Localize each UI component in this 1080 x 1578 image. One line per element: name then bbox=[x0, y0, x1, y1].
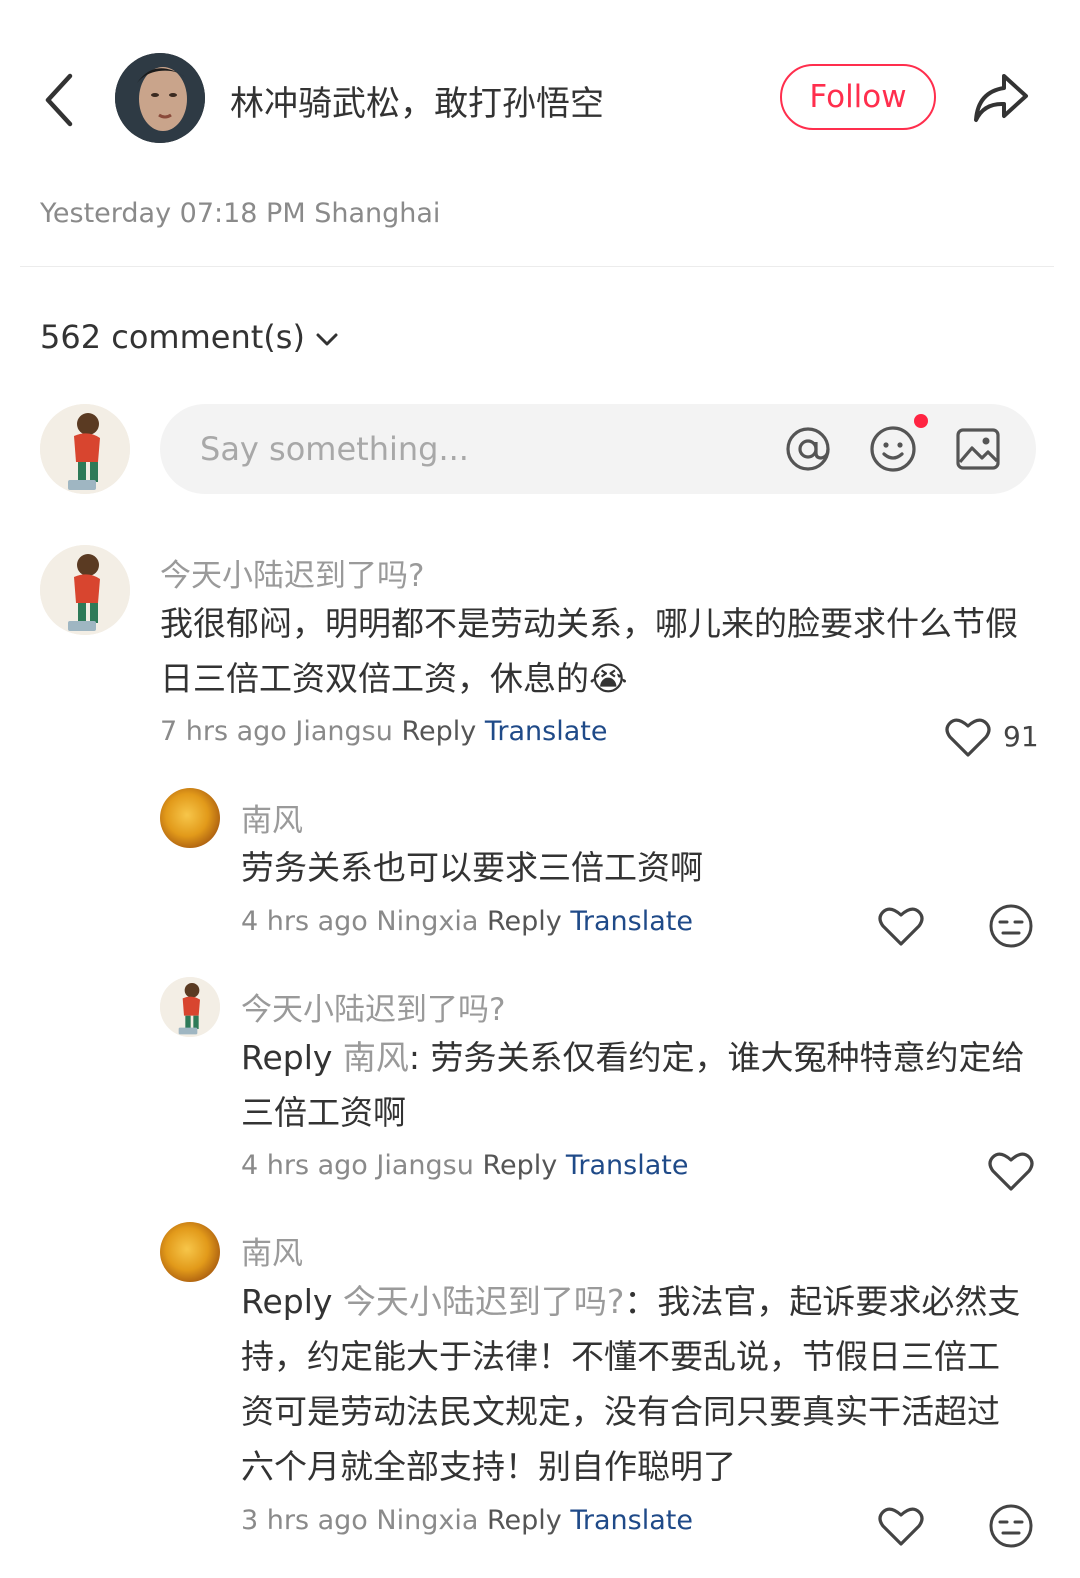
comment-text: Reply 今天小陆迟到了吗?：我法官，起诉要求必然支持，约定能大于法律！不懂不… bbox=[241, 1274, 1031, 1494]
comment-text: 我很郁闷，明明都不是劳动关系，哪儿来的脸要求什么节假日三倍工资双倍工资，休息的😭 bbox=[160, 604, 1018, 698]
like-count: 91 bbox=[1003, 720, 1039, 753]
comment-time: 4 hrs ago bbox=[241, 906, 368, 937]
author-avatar[interactable] bbox=[115, 53, 205, 143]
comment-username[interactable]: 今天小陆迟到了吗? bbox=[241, 984, 505, 1029]
reply-mention[interactable]: 今天小陆迟到了吗? bbox=[343, 1282, 625, 1321]
comment-meta: 4 hrs ago Jiangsu Reply Translate bbox=[241, 1150, 688, 1181]
reply-prefix: Reply bbox=[241, 1282, 333, 1321]
commenter-avatar[interactable] bbox=[160, 788, 220, 848]
heart-icon[interactable] bbox=[988, 1150, 1034, 1192]
commenter-avatar[interactable] bbox=[160, 1222, 220, 1282]
follow-button[interactable]: Follow bbox=[780, 64, 936, 130]
comment-location: Jiangsu bbox=[295, 716, 393, 747]
comment-location: Jiangsu bbox=[376, 1150, 474, 1181]
reply-button[interactable]: Reply bbox=[401, 716, 476, 747]
divider bbox=[20, 266, 1054, 267]
comment-time: 3 hrs ago bbox=[241, 1505, 368, 1536]
reply-button[interactable]: Reply bbox=[482, 1150, 557, 1181]
reply-prefix: Reply bbox=[241, 1038, 333, 1077]
comment-meta: 4 hrs ago Ningxia Reply Translate bbox=[241, 906, 693, 937]
dislike-face-icon[interactable] bbox=[988, 903, 1034, 949]
reply-button[interactable]: Reply bbox=[487, 906, 562, 937]
mention-at-icon[interactable] bbox=[783, 424, 833, 474]
back-icon[interactable] bbox=[40, 72, 84, 128]
comment-username[interactable]: 南风 bbox=[241, 1228, 303, 1273]
notification-dot bbox=[914, 414, 928, 428]
author-name[interactable]: 林冲骑武松，敢打孙悟空 bbox=[230, 76, 604, 125]
commenter-avatar[interactable] bbox=[160, 977, 220, 1037]
comment-count-label: 562 comment(s) bbox=[40, 318, 305, 356]
heart-icon[interactable] bbox=[878, 905, 924, 947]
emoji-icon[interactable] bbox=[868, 424, 918, 474]
translate-button[interactable]: Translate bbox=[566, 1150, 689, 1181]
dislike-face-icon[interactable] bbox=[988, 1503, 1034, 1549]
comment-text: Reply 南风: 劳务关系仅看约定，谁大冤种特意约定给三倍工资啊 bbox=[241, 1030, 1031, 1140]
reply-button[interactable]: Reply bbox=[487, 1505, 562, 1536]
comment-time: 7 hrs ago bbox=[160, 716, 287, 747]
comment-meta: 7 hrs ago Jiangsu Reply Translate bbox=[160, 716, 607, 747]
comment-username[interactable]: 南风 bbox=[241, 795, 303, 840]
comment-username[interactable]: 今天小陆迟到了吗? bbox=[160, 550, 424, 595]
post-timestamp-location: Yesterday 07:18 PM Shanghai bbox=[40, 198, 441, 229]
current-user-avatar bbox=[40, 404, 130, 494]
reply-mention[interactable]: 南风 bbox=[343, 1038, 409, 1077]
image-picker-icon[interactable] bbox=[953, 424, 1003, 474]
chevron-down-icon bbox=[315, 318, 339, 356]
heart-icon[interactable] bbox=[878, 1505, 924, 1547]
heart-icon[interactable] bbox=[945, 716, 991, 758]
comment-location: Ningxia bbox=[376, 1505, 479, 1536]
translate-button[interactable]: Translate bbox=[570, 906, 693, 937]
translate-button[interactable]: Translate bbox=[570, 1505, 693, 1536]
comment-meta: 3 hrs ago Ningxia Reply Translate bbox=[241, 1505, 693, 1536]
comment-time: 4 hrs ago bbox=[241, 1150, 368, 1181]
share-icon[interactable] bbox=[970, 70, 1030, 126]
commenter-avatar[interactable] bbox=[40, 545, 130, 635]
comment-text: 劳务关系也可以要求三倍工资啊 bbox=[241, 848, 703, 887]
comment-location: Ningxia bbox=[376, 906, 479, 937]
comment-count-sort[interactable]: 562 comment(s) bbox=[40, 318, 339, 356]
translate-button[interactable]: Translate bbox=[485, 716, 608, 747]
